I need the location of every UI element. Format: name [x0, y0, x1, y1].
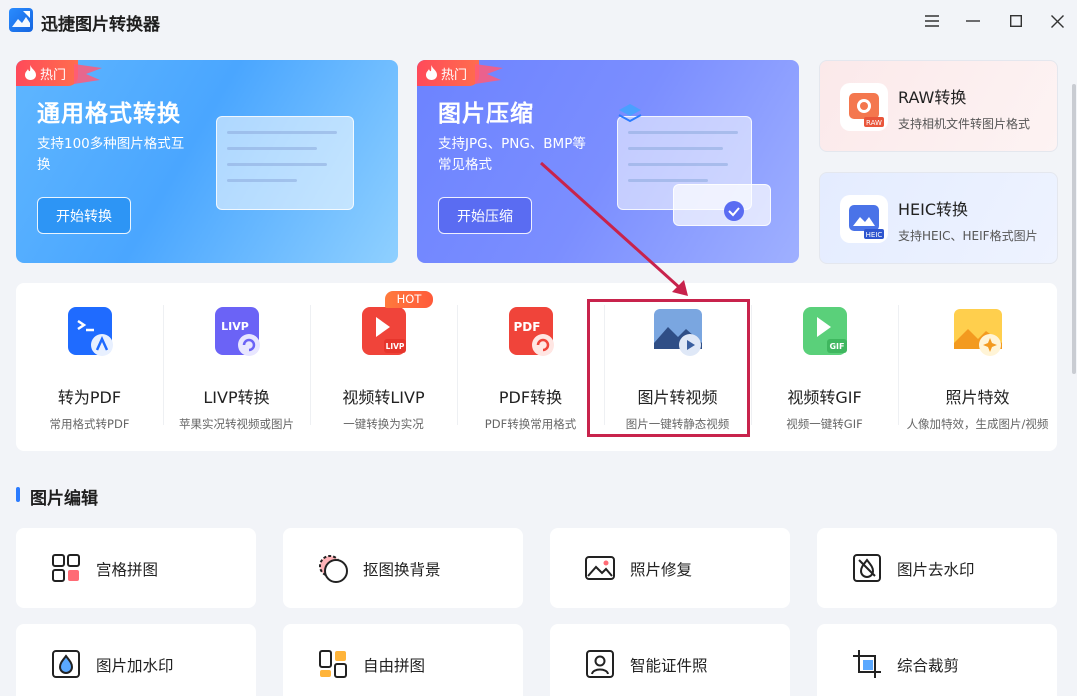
- edit-label: 综合裁剪: [897, 657, 960, 675]
- heic-convert-title: HEIC转换: [898, 200, 969, 219]
- photo-repair-icon: [585, 556, 615, 580]
- livp-icon-text: LIVP: [221, 320, 249, 333]
- cutout-icon: [319, 555, 348, 583]
- tool-sub: 苹果实况转视频或图片: [179, 417, 294, 431]
- check-badge-icon: [724, 201, 744, 221]
- heic-convert-card[interactable]: HEIC HEIC转换 支持HEIC、HEIF格式图片: [819, 172, 1058, 264]
- edit-crop[interactable]: 综合裁剪: [817, 624, 1057, 696]
- pdf-convert-icon: PDF: [508, 307, 554, 356]
- tool-image-to-video[interactable]: 图片转视频 图片一键转静态视频: [604, 283, 751, 451]
- raw-convert-card[interactable]: RAW RAW转换 支持相机文件转图片格式: [819, 60, 1058, 152]
- banner-general-conversion[interactable]: 热门 通用格式转换 支持100多种图片格式互换 开始转换: [16, 60, 398, 263]
- title-bar: 迅捷图片转换器: [0, 0, 1077, 42]
- heic-icon: HEIC: [840, 195, 888, 243]
- mock-window-illustration: [216, 116, 354, 210]
- edit-label: 自由拼图: [363, 657, 426, 675]
- livp-icon: LIVP: [214, 307, 260, 356]
- tool-video-to-livp[interactable]: LIVP 视频转LIVP 一键转换为实况: [310, 283, 457, 451]
- app-logo-icon: [9, 8, 33, 32]
- banner-title: 图片压缩: [438, 101, 534, 127]
- remove-watermark-icon: [853, 554, 881, 582]
- start-compress-button[interactable]: 开始压缩: [438, 197, 532, 234]
- edit-id-photo[interactable]: 智能证件照: [550, 624, 790, 696]
- raw-icon: RAW: [840, 83, 888, 131]
- edit-cutout[interactable]: 抠图换背景: [283, 528, 523, 608]
- tool-name: PDF转换: [498, 388, 563, 407]
- minimize-icon[interactable]: [958, 8, 988, 34]
- close-icon[interactable]: [1042, 8, 1072, 34]
- grid-collage-icon: [52, 554, 80, 582]
- raw-convert-sub: 支持相机文件转图片格式: [898, 117, 1031, 131]
- section-accent-bar: [16, 487, 20, 502]
- start-convert-button[interactable]: 开始转换: [37, 197, 131, 234]
- hot-tag: 热门: [417, 60, 503, 86]
- video-to-gif-icon-text: GIF: [829, 342, 844, 351]
- edit-label: 照片修复: [630, 561, 693, 579]
- edit-label: 抠图换背景: [363, 561, 441, 579]
- edit-label: 图片去水印: [897, 561, 975, 579]
- heic-convert-sub: 支持HEIC、HEIF格式图片: [898, 229, 1038, 243]
- raw-icon-badge: RAW: [866, 119, 882, 127]
- tool-sub: 人像加特效，生成图片/视频: [906, 417, 1049, 431]
- edit-grid-collage[interactable]: 宫格拼图: [16, 528, 256, 608]
- maximize-icon[interactable]: [1001, 8, 1031, 34]
- hot-tag-label: 热门: [40, 68, 67, 83]
- edit-label: 图片加水印: [96, 657, 174, 675]
- free-collage-icon: [319, 650, 347, 678]
- tool-sub: 一键转换为实况: [343, 417, 424, 431]
- photo-effects-icon: [953, 309, 1002, 356]
- mock-thumbnail-illustration: [673, 184, 771, 226]
- add-watermark-icon: [52, 650, 80, 678]
- scroll-thumb[interactable]: [1072, 84, 1076, 374]
- id-photo-icon: [586, 650, 614, 678]
- pdf-convert-icon-text: PDF: [513, 320, 540, 334]
- tool-sub: 常用格式转PDF: [49, 417, 130, 431]
- hot-badge: HOT: [385, 291, 433, 308]
- hot-tag: 热门: [16, 60, 102, 86]
- banner-desc: 支持JPG、PNG、BMP等常见格式: [438, 136, 586, 173]
- tool-name: LIVP转换: [203, 388, 270, 407]
- banner-title: 通用格式转换: [37, 101, 181, 127]
- tool-video-to-gif[interactable]: GIF 视频转GIF 视频一键转GIF: [751, 283, 898, 451]
- edit-remove-watermark[interactable]: 图片去水印: [817, 528, 1057, 608]
- raw-convert-title: RAW转换: [898, 88, 967, 107]
- edit-label: 智能证件照: [630, 657, 708, 675]
- video-to-livp-icon: LIVP: [361, 307, 406, 355]
- section-title: 图片编辑: [30, 489, 98, 509]
- hot-tag-label: 热门: [441, 68, 468, 83]
- tool-name: 视频转LIVP: [342, 388, 425, 407]
- edit-label: 宫格拼图: [96, 561, 159, 579]
- tool-to-pdf[interactable]: 转为PDF 常用格式转PDF: [16, 283, 163, 451]
- tools-panel: 转为PDF 常用格式转PDF LIVP LIVP转换 苹果实况转视频或图片 LI…: [16, 283, 1057, 451]
- tool-sub: 视频一键转GIF: [786, 417, 863, 431]
- edit-add-watermark[interactable]: 图片加水印: [16, 624, 256, 696]
- tool-pdf-convert[interactable]: PDF PDF转换 PDF转换常用格式: [457, 283, 604, 451]
- crop-icon: [853, 650, 881, 678]
- tool-name: 视频转GIF: [787, 388, 862, 407]
- tool-sub: PDF转换常用格式: [484, 417, 577, 431]
- banner-desc: 支持100多种图片格式互换: [37, 136, 185, 173]
- layers-icon: [618, 104, 642, 123]
- scrollbar[interactable]: [1071, 40, 1077, 696]
- heic-icon-badge: HEIC: [866, 231, 883, 239]
- edit-free-collage[interactable]: 自由拼图: [283, 624, 523, 696]
- video-to-livp-icon-text: LIVP: [385, 342, 404, 351]
- tool-name: 转为PDF: [57, 388, 122, 407]
- image-to-video-icon: [653, 309, 702, 356]
- video-to-gif-icon: GIF: [802, 307, 847, 355]
- menu-icon[interactable]: [917, 8, 947, 34]
- tool-name: 照片特效: [945, 388, 1010, 407]
- to-pdf-icon: [67, 307, 113, 356]
- flame-icon: [25, 65, 36, 80]
- banner-image-compress[interactable]: 热门 图片压缩 支持JPG、PNG、BMP等常见格式 开始压缩: [417, 60, 799, 263]
- flame-icon: [426, 65, 437, 80]
- tool-name: 图片转视频: [637, 388, 718, 407]
- app-title: 迅捷图片转换器: [41, 15, 160, 35]
- tool-livp-convert[interactable]: LIVP LIVP转换 苹果实况转视频或图片: [163, 283, 310, 451]
- tool-sub: 图片一键转静态视频: [625, 417, 730, 431]
- edit-photo-repair[interactable]: 照片修复: [550, 528, 790, 608]
- tool-photo-effects[interactable]: 照片特效 人像加特效，生成图片/视频: [898, 283, 1057, 451]
